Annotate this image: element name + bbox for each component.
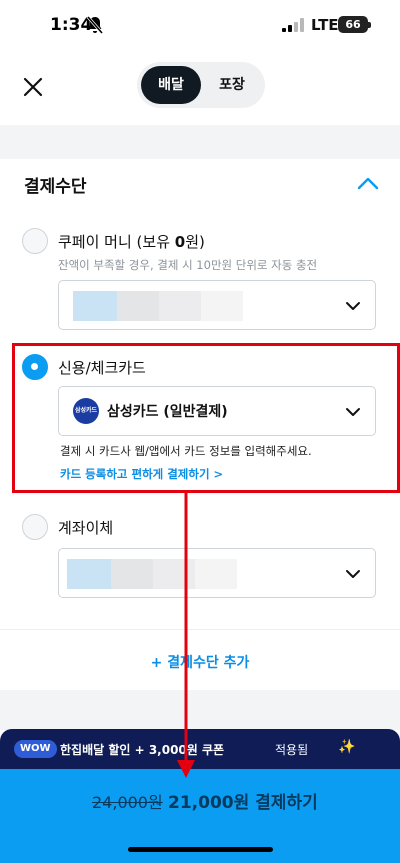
redacted-logo <box>73 291 117 321</box>
chevron-up-icon[interactable] <box>354 170 382 198</box>
original-price: 24,000원 <box>92 793 163 812</box>
promo-text: 한집배달 할인 + 3,000원 쿠폰 <box>60 743 225 757</box>
promo-applied-text: 적용됨 <box>275 743 309 757</box>
radio-bank-transfer[interactable] <box>22 514 48 540</box>
chevron-down-icon <box>346 302 360 310</box>
radio-coupay-money[interactable] <box>22 228 48 254</box>
bell-muted-icon <box>86 16 104 34</box>
battery-tip <box>368 22 371 28</box>
option-bank-label: 계좌이체 <box>58 518 114 537</box>
wow-badge: WOW <box>14 740 57 758</box>
order-type-toggle: 배달 포장 <box>137 62 265 108</box>
add-payment-method-button[interactable]: + 결제수단 추가 <box>0 652 400 672</box>
network-type: LTE <box>311 16 339 34</box>
section-divider-bottom <box>0 690 400 730</box>
highlight-box <box>12 343 400 493</box>
redacted-text <box>117 291 159 321</box>
option-coupay-money[interactable]: 쿠페이 머니 (보유 0원) <box>22 228 205 254</box>
sparkle-icon: ✨ <box>338 739 356 755</box>
redacted-text <box>195 559 237 589</box>
section-divider-top <box>0 125 400 159</box>
coupay-hint: 잔액이 부족할 경우, 결제 시 10만원 단위로 자동 충전 <box>58 258 318 272</box>
header: 배달 포장 <box>0 52 400 124</box>
battery-icon: 66 <box>338 16 368 33</box>
promo-bar: WOW 한집배달 할인 + 3,000원 쿠폰 적용됨 ✨ <box>0 729 400 769</box>
signal-icon <box>282 18 304 32</box>
tab-delivery[interactable]: 배달 <box>141 66 201 104</box>
bank-account-select[interactable] <box>58 548 376 598</box>
option-coupay-label: 쿠페이 머니 (보유 0원) <box>58 232 205 251</box>
redacted-text <box>111 559 153 589</box>
redacted-text <box>159 291 201 321</box>
tab-takeout[interactable]: 포장 <box>203 66 261 104</box>
coupay-account-select[interactable] <box>58 280 376 330</box>
redacted-logo <box>67 559 111 589</box>
redacted-text <box>201 291 243 321</box>
redacted-text <box>153 559 195 589</box>
pay-button-label: 21,000원 결제하기 <box>168 793 318 813</box>
pay-button[interactable]: 24,000원 21,000원 결제하기 <box>0 769 400 863</box>
chevron-down-icon <box>346 570 360 578</box>
home-indicator <box>128 847 273 852</box>
close-icon[interactable] <box>16 70 50 104</box>
status-bar: 1:34 LTE 66 <box>0 0 400 52</box>
option-bank-transfer[interactable]: 계좌이체 <box>22 514 113 540</box>
divider <box>0 629 400 630</box>
section-title: 결제수단 <box>24 177 87 197</box>
